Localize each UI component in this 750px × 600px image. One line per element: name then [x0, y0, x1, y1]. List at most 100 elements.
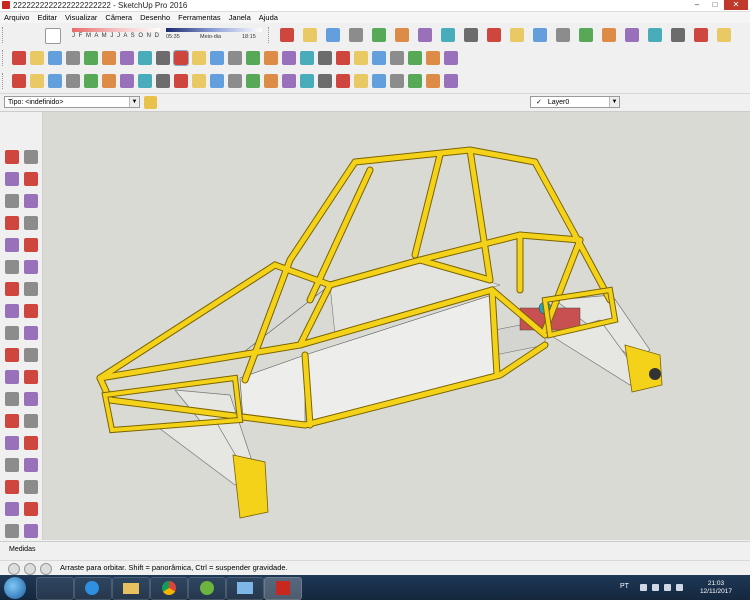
orbit-icon[interactable]: [336, 51, 350, 65]
camera-icon[interactable]: [349, 28, 363, 42]
next-view-icon[interactable]: [444, 51, 458, 65]
walk-icon[interactable]: [318, 51, 332, 65]
rectangle-icon[interactable]: [5, 216, 19, 230]
measurements-box[interactable]: Medidas: [0, 541, 750, 560]
eraser-icon[interactable]: [303, 28, 317, 42]
menu-ferramentas[interactable]: Ferramentas: [174, 12, 225, 23]
sketchup-taskbar-button[interactable]: [264, 577, 302, 600]
freehand-icon[interactable]: [24, 194, 38, 208]
toolbar-grip[interactable]: [2, 73, 6, 89]
top-view-icon[interactable]: [210, 74, 224, 88]
toolbar-grip[interactable]: [2, 50, 6, 66]
offset-icon[interactable]: [246, 51, 260, 65]
dimension-icon[interactable]: [24, 370, 38, 384]
orbit-icon[interactable]: [5, 436, 19, 450]
offset-icon[interactable]: [24, 348, 38, 362]
zoom-icon[interactable]: [372, 51, 386, 65]
offset-icon[interactable]: [408, 74, 422, 88]
arrow-select-icon[interactable]: [173, 50, 189, 66]
3d-viewport[interactable]: [43, 112, 750, 540]
text-icon[interactable]: [444, 74, 458, 88]
start-button[interactable]: [4, 577, 26, 599]
iso-view-icon[interactable]: [192, 74, 206, 88]
home-view-icon[interactable]: [395, 28, 409, 42]
house-icon[interactable]: [372, 28, 386, 42]
layer-dropdown[interactable]: ✓ Layer0 ▼: [530, 96, 620, 108]
pan-icon[interactable]: [24, 436, 38, 450]
front-view-icon[interactable]: [228, 74, 242, 88]
zoom-extents-icon[interactable]: [5, 480, 19, 494]
rectangle-icon[interactable]: [48, 74, 62, 88]
arrow-up-icon[interactable]: [640, 584, 647, 591]
circle-icon[interactable]: [5, 238, 19, 252]
scale-icon[interactable]: [228, 51, 242, 65]
menu-visualizar[interactable]: Visualizar: [61, 12, 101, 23]
arc3-icon[interactable]: [174, 74, 188, 88]
plugin-icon[interactable]: [487, 28, 501, 42]
menu-desenho[interactable]: Desenho: [136, 12, 174, 23]
look-around-icon[interactable]: [300, 51, 314, 65]
two-point-arc-icon[interactable]: [138, 74, 152, 88]
left-view-icon[interactable]: [282, 74, 296, 88]
move-icon[interactable]: [5, 304, 19, 318]
copy-icon[interactable]: [48, 51, 62, 65]
rotated-rect-icon[interactable]: [24, 216, 38, 230]
zoom-extents-icon[interactable]: [408, 51, 422, 65]
folder-taskbar-button[interactable]: [112, 577, 150, 600]
soften-icon[interactable]: [510, 28, 524, 42]
chrome-taskbar-button[interactable]: [150, 577, 188, 600]
pushpull-icon[interactable]: [372, 74, 386, 88]
menu-camera[interactable]: Câmera: [101, 12, 136, 23]
paint-bucket-icon[interactable]: [5, 172, 19, 186]
undo-icon[interactable]: [102, 51, 116, 65]
flag-icon[interactable]: [652, 584, 659, 591]
shadow-time-slider[interactable]: 05:35 Meio-dia 18:15: [166, 28, 262, 42]
explorer-taskbar-button[interactable]: [36, 577, 74, 600]
component-icon[interactable]: [24, 150, 38, 164]
scissors-icon[interactable]: [30, 51, 44, 65]
type-dropdown[interactable]: Tipo: <indefinido> ▼: [4, 96, 140, 108]
utorrent-taskbar-button[interactable]: [188, 577, 226, 600]
eraser-icon[interactable]: [24, 172, 38, 186]
help-icon[interactable]: [40, 563, 52, 575]
tape-icon[interactable]: [426, 74, 440, 88]
circle-icon[interactable]: [84, 74, 98, 88]
two-point-arc-icon[interactable]: [24, 260, 38, 274]
back-view-icon[interactable]: [264, 74, 278, 88]
delete-icon[interactable]: [84, 51, 98, 65]
model-info-icon[interactable]: [441, 28, 455, 42]
pie-icon[interactable]: [156, 74, 170, 88]
geolocation-icon[interactable]: [8, 563, 20, 575]
camera-cube-icon[interactable]: [602, 28, 616, 42]
toolbar-grip[interactable]: [2, 27, 6, 43]
redo-icon[interactable]: [120, 51, 134, 65]
zoom-window-icon[interactable]: [24, 458, 38, 472]
measure-icon[interactable]: [717, 28, 731, 42]
rotated-rect-icon[interactable]: [66, 74, 80, 88]
maximize-button[interactable]: □: [706, 0, 724, 10]
close-button[interactable]: ✕: [724, 0, 748, 10]
volume-icon[interactable]: [676, 584, 683, 591]
scale-icon[interactable]: [5, 348, 19, 362]
zoom-window-icon[interactable]: [390, 51, 404, 65]
menu-janela[interactable]: Janela: [225, 12, 255, 23]
tape-icon[interactable]: [5, 370, 19, 384]
shadows-toggle-icon[interactable]: [45, 28, 61, 44]
3d-text-icon[interactable]: [24, 414, 38, 428]
menu-ajuda[interactable]: Ajuda: [255, 12, 282, 23]
scenes-icon[interactable]: [694, 28, 708, 42]
shadow-month-slider[interactable]: J F M A M J J A S O N D: [62, 28, 162, 42]
flip-icon[interactable]: [282, 51, 296, 65]
line-icon[interactable]: [12, 74, 26, 88]
walk-icon[interactable]: [5, 524, 19, 538]
window-taskbar-button[interactable]: [226, 577, 264, 600]
freehand-icon[interactable]: [30, 74, 44, 88]
shaded-icon[interactable]: [579, 28, 593, 42]
credits-icon[interactable]: [24, 563, 36, 575]
x-ray-icon[interactable]: [556, 28, 570, 42]
select-icon[interactable]: [300, 74, 314, 88]
arc-icon[interactable]: [120, 74, 134, 88]
move-icon[interactable]: [390, 74, 404, 88]
share-icon[interactable]: [648, 28, 662, 42]
photo-icon[interactable]: [464, 28, 478, 42]
